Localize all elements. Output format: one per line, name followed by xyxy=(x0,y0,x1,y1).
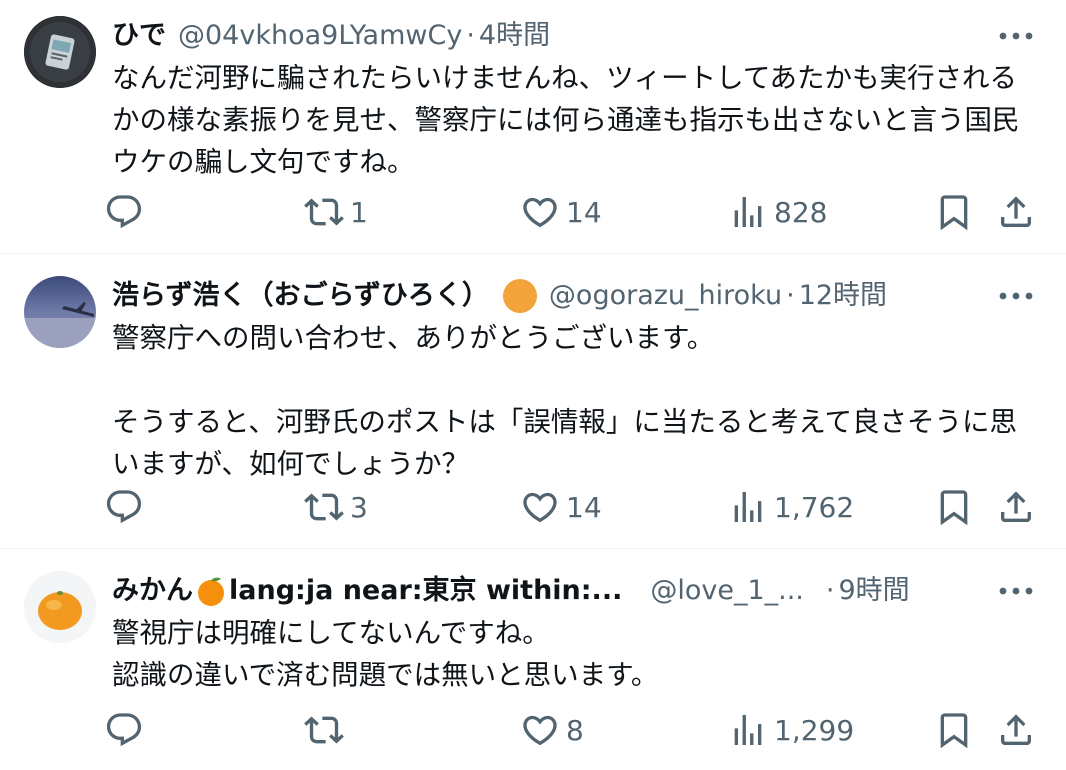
like-button[interactable]: 14 xyxy=(520,186,602,238)
like-count: 14 xyxy=(566,195,602,229)
views-count: 828 xyxy=(774,195,828,229)
action-bar: 8 1,299 xyxy=(104,704,1042,756)
share-icon xyxy=(1001,196,1031,227)
avatar-image xyxy=(24,276,96,348)
more-button[interactable] xyxy=(996,16,1036,56)
repost-button[interactable] xyxy=(304,704,350,756)
tweet-text: 警視庁は明確にしてないんですね。 認識の違いで済む問題では無いと思います。 xyxy=(112,617,659,691)
reply-button[interactable] xyxy=(104,704,150,756)
like-button[interactable]: 8 xyxy=(520,704,584,756)
share-button[interactable] xyxy=(996,481,1036,533)
views-button[interactable]: 1,299 xyxy=(728,704,854,756)
tweet[interactable]: 浩らず浩く（おごらずひろく） @ogorazu_hiroku · 12時間 警察… xyxy=(0,254,1066,548)
user-handle[interactable]: @love_1_... xyxy=(650,571,804,611)
repost-count: 3 xyxy=(350,490,368,524)
action-bar: 1 14 828 xyxy=(104,186,1042,238)
separator-dot: · xyxy=(825,575,835,606)
display-name[interactable]: 浩らず浩く（おごらずひろく） xyxy=(112,276,489,316)
tweet-header: 浩らず浩く（おごらずひろく） @ogorazu_hiroku · 12時間 xyxy=(112,276,970,316)
tweet-text: なんだ河野に騙されたらいけませんね、ツィートしてあたかも実行されるかの様な素振り… xyxy=(112,62,1020,178)
views-count: 1,762 xyxy=(774,490,855,524)
repost-button[interactable]: 3 xyxy=(304,481,368,533)
display-name-suffix[interactable]: lang:ja near:東京 within:... xyxy=(229,571,622,611)
reply-icon xyxy=(106,713,142,747)
separator-dot: · xyxy=(466,20,475,51)
repost-icon xyxy=(304,198,344,226)
views-count: 1,299 xyxy=(774,713,855,747)
share-icon xyxy=(1001,491,1031,522)
timestamp[interactable]: 9時間 xyxy=(838,571,909,611)
bookmark-icon xyxy=(940,490,968,526)
repost-button[interactable]: 1 xyxy=(304,186,368,238)
user-handle[interactable]: @04vkhoa9LYamwCy xyxy=(178,16,462,56)
views-icon xyxy=(734,492,762,522)
tweet-header: ひで @04vkhoa9LYamwCy · 4時間 xyxy=(112,16,970,56)
share-button[interactable] xyxy=(996,186,1036,238)
bookmark-icon xyxy=(940,713,968,749)
repost-icon xyxy=(304,493,344,521)
bookmark-button[interactable] xyxy=(934,186,974,238)
timestamp[interactable]: 4時間 xyxy=(479,16,550,56)
tweet[interactable]: みかん lang:ja near:東京 within:... @love_1_.… xyxy=(0,549,1066,770)
bookmark-button[interactable] xyxy=(934,481,974,533)
reply-button[interactable] xyxy=(104,481,150,533)
avatar[interactable] xyxy=(24,16,96,88)
tweet[interactable]: ひで @04vkhoa9LYamwCy · 4時間 なんだ河野に騙されたらいけま… xyxy=(0,0,1066,253)
bookmark-button[interactable] xyxy=(934,704,974,756)
tweet-text: 警察庁への問い合わせ、ありがとうございます。 そうすると、河野氏のポストは「誤情… xyxy=(112,322,1018,480)
like-count: 14 xyxy=(566,490,602,524)
share-icon xyxy=(1001,714,1031,745)
like-icon xyxy=(523,492,557,523)
like-icon xyxy=(523,197,557,228)
repost-count: 1 xyxy=(350,195,368,229)
views-icon xyxy=(734,715,762,745)
avatar-image xyxy=(24,16,96,88)
more-icon xyxy=(999,292,1033,300)
repost-icon xyxy=(304,716,344,744)
action-bar: 3 14 1,762 xyxy=(104,481,1042,533)
separator-dot: · xyxy=(786,280,795,311)
display-name[interactable]: みかん xyxy=(112,571,193,611)
views-button[interactable]: 1,762 xyxy=(728,481,854,533)
user-handle[interactable]: @ogorazu_hiroku xyxy=(549,276,782,316)
more-icon xyxy=(999,32,1033,40)
orange-circle-badge xyxy=(502,279,537,313)
avatar-image xyxy=(24,571,96,643)
orange-emoji-icon xyxy=(198,577,224,606)
reply-icon xyxy=(106,490,142,524)
more-button[interactable] xyxy=(996,276,1036,316)
like-icon xyxy=(523,715,557,746)
reply-icon xyxy=(106,195,142,229)
views-icon xyxy=(734,197,762,227)
avatar[interactable] xyxy=(24,571,96,643)
share-button[interactable] xyxy=(996,704,1036,756)
tweet-header: みかん lang:ja near:東京 within:... @love_1_.… xyxy=(112,571,970,611)
timestamp[interactable]: 12時間 xyxy=(799,276,887,316)
bookmark-icon xyxy=(940,195,968,231)
more-button[interactable] xyxy=(996,571,1036,611)
reply-button[interactable] xyxy=(104,186,150,238)
more-icon xyxy=(999,587,1033,595)
like-count: 8 xyxy=(566,713,584,747)
avatar[interactable] xyxy=(24,276,96,348)
display-name[interactable]: ひで xyxy=(112,16,166,56)
views-button[interactable]: 828 xyxy=(728,186,827,238)
like-button[interactable]: 14 xyxy=(520,481,602,533)
